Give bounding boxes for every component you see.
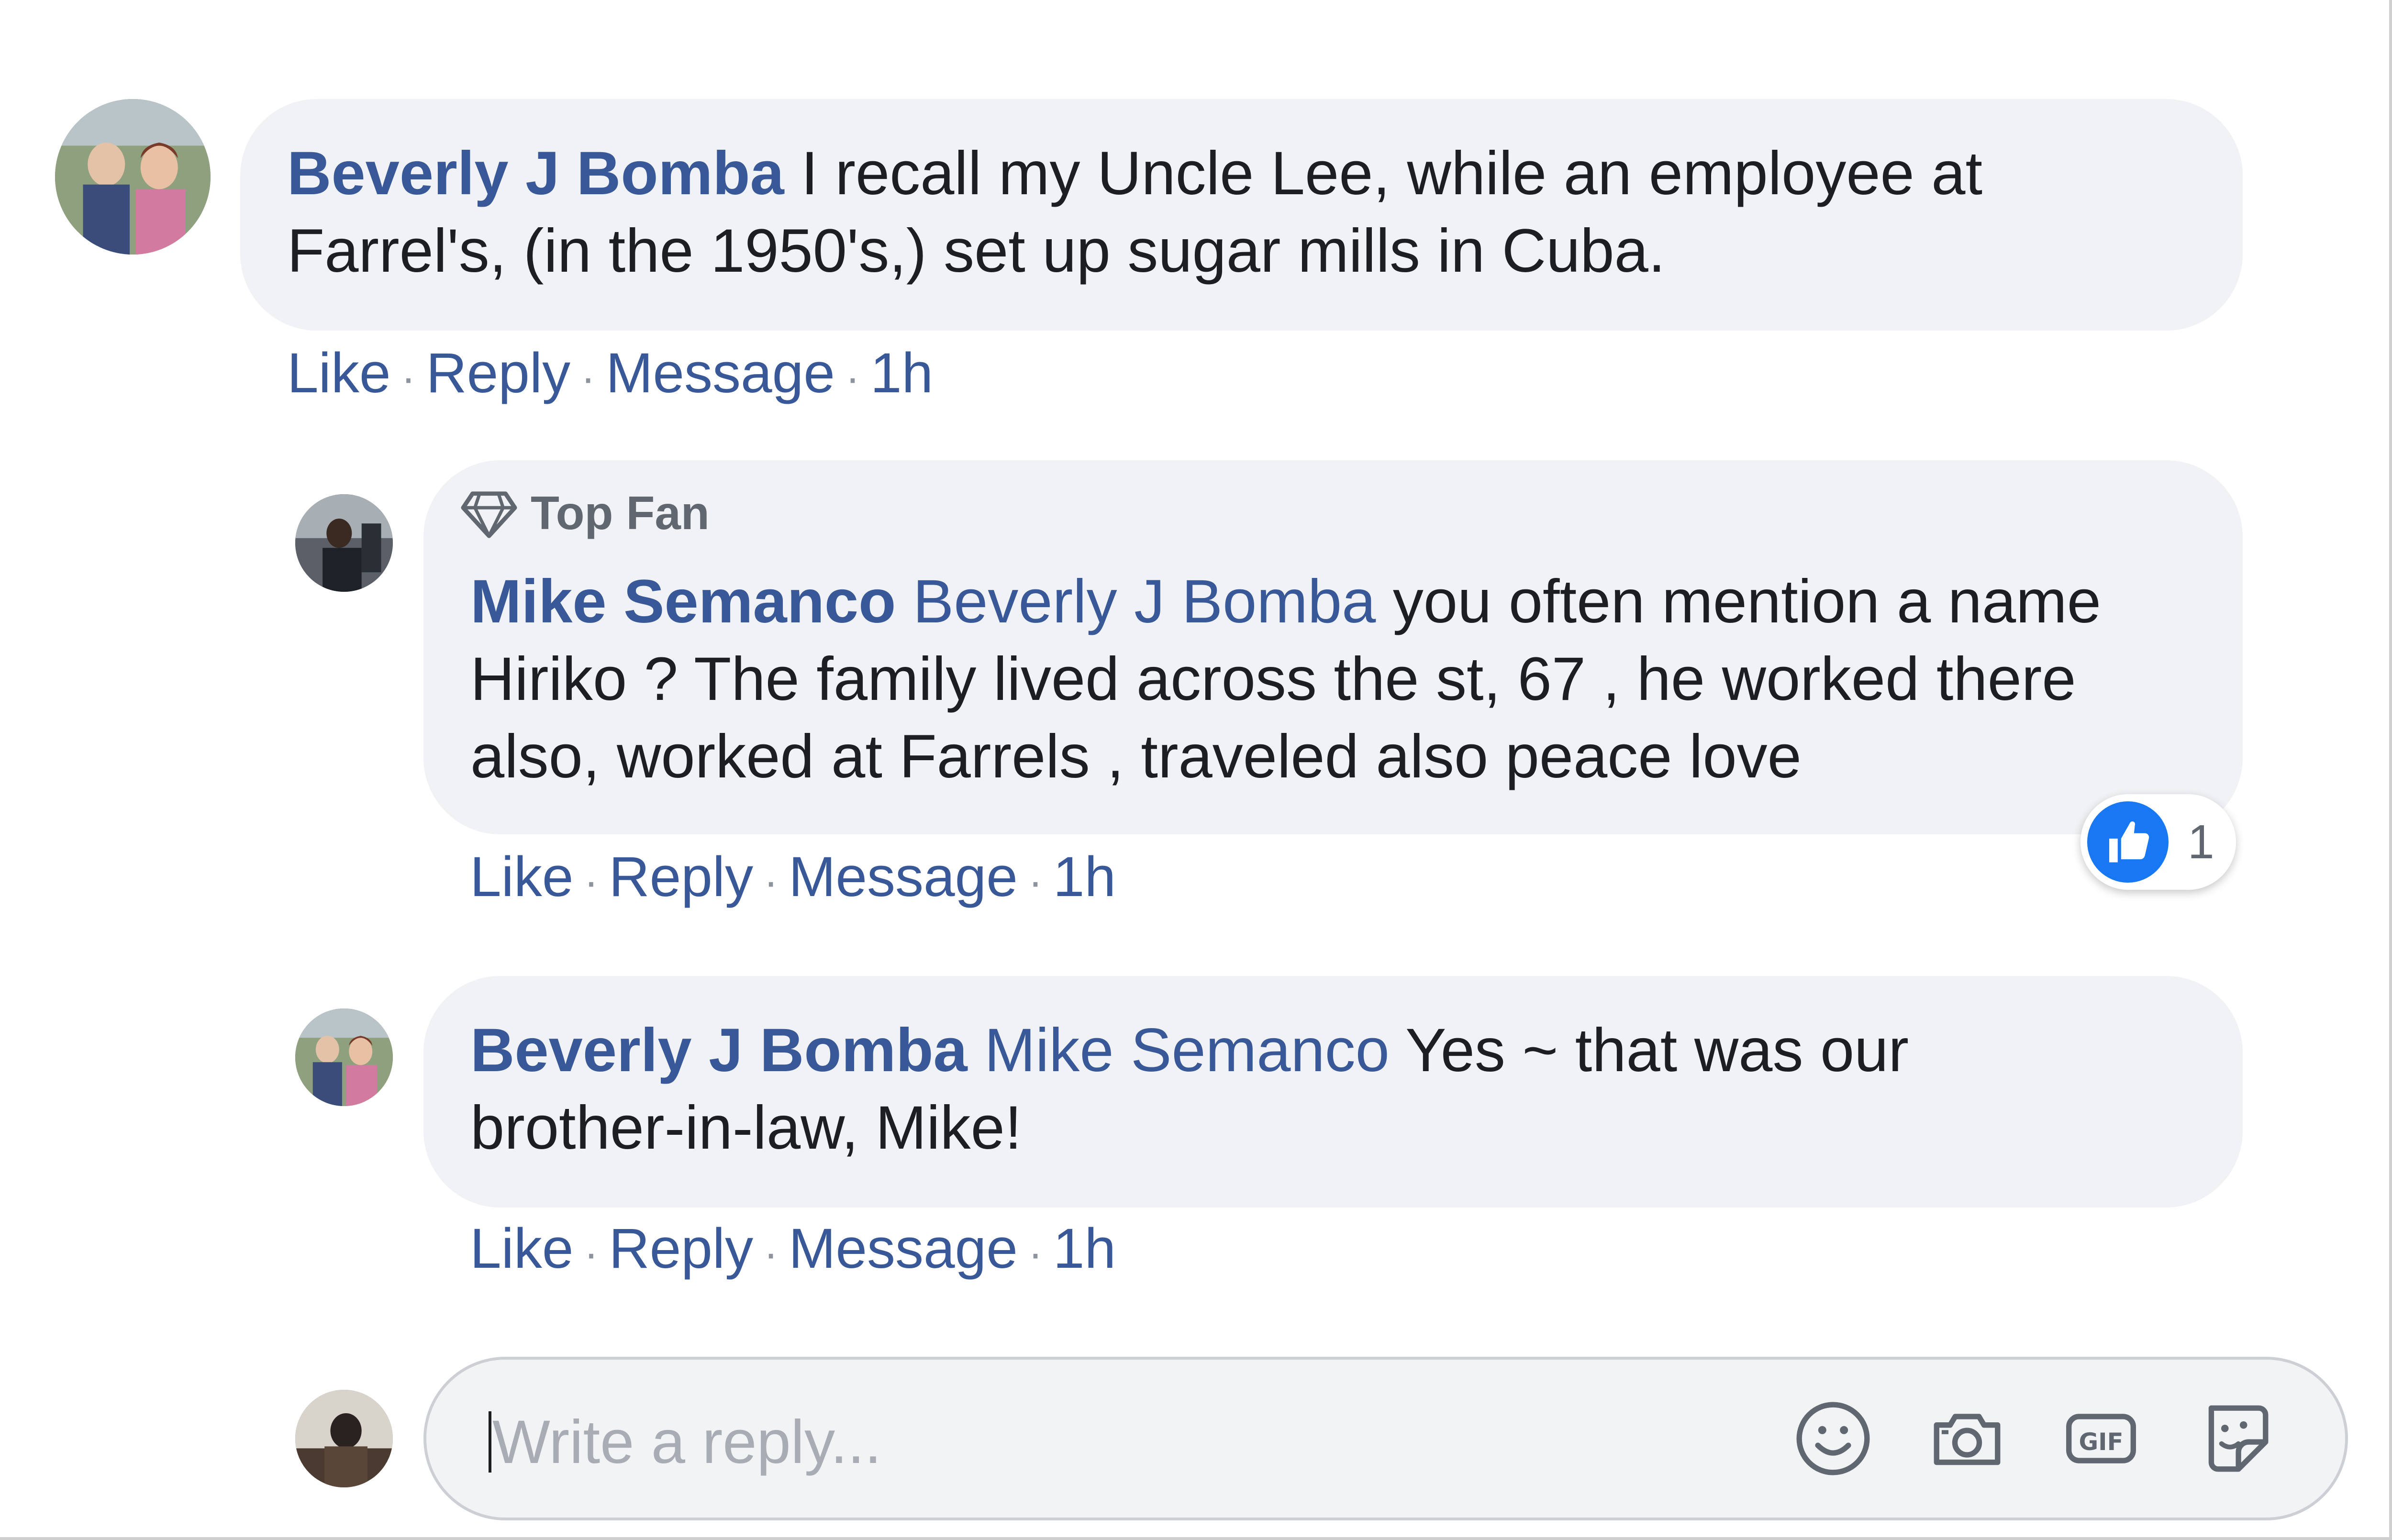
smiley-icon[interactable] <box>1792 1398 1874 1479</box>
message-link[interactable]: Message <box>789 1217 1018 1280</box>
mention-link[interactable]: Beverly J Bomba <box>913 567 1376 636</box>
reply-text-line1: Yes ~ that was our <box>1389 1016 1909 1085</box>
reply-actions: Like · Reply · Message · 1h <box>470 846 1116 913</box>
reply-actions: Like · Reply · Message · 1h <box>470 1218 1116 1285</box>
text-caret <box>489 1411 491 1473</box>
top-fan-label: Top Fan <box>531 487 710 539</box>
reaction-count: 1 <box>2188 815 2214 869</box>
reply-text-line1: you often mention a name <box>1376 567 2101 636</box>
reply-link[interactable]: Reply <box>426 342 570 405</box>
avatar[interactable] <box>295 1008 393 1106</box>
separator-dot: · <box>764 1230 779 1277</box>
timestamp-link[interactable]: 1h <box>1053 1217 1116 1280</box>
comment-text-line1: I recall my Uncle Lee, while an employee… <box>784 139 1982 208</box>
sticker-icon[interactable] <box>2194 1398 2276 1479</box>
reply-bubble: Beverly J Bomba Mike Semanco Yes ~ that … <box>423 976 2243 1208</box>
reply-text: Beverly J Bomba Mike Semanco Yes ~ that … <box>470 1012 1909 1167</box>
reply-bubble: Top Fan Mike Semanco Beverly J Bomba you… <box>423 460 2243 834</box>
reply-composer: GIF <box>423 1357 2348 1520</box>
comment-text: Beverly J Bomba I recall my Uncle Lee, w… <box>287 135 1982 290</box>
top-fan-badge: Top Fan <box>461 487 710 539</box>
reply-input[interactable] <box>492 1404 1689 1480</box>
separator-dot: · <box>1028 858 1043 906</box>
comment-bubble: Beverly J Bomba I recall my Uncle Lee, w… <box>240 99 2243 331</box>
current-user-avatar <box>295 1390 393 1487</box>
comment-thread: Beverly J Bomba I recall my Uncle Lee, w… <box>0 0 2392 1540</box>
reaction-count-badge[interactable]: 1 <box>2080 794 2236 890</box>
camera-icon[interactable] <box>1926 1398 2008 1479</box>
mention-link[interactable]: Mike Semanco <box>984 1016 1390 1085</box>
timestamp-link[interactable]: 1h <box>1053 845 1116 908</box>
avatar[interactable] <box>55 99 211 255</box>
reply-text-line2: brother-in-law, Mike! <box>470 1094 1022 1162</box>
comment-text-line2: Farrel's, (in the 1950's,) set up sugar … <box>287 217 1666 285</box>
comment-actions: Like · Reply · Message · 1h <box>287 342 933 409</box>
message-link[interactable]: Message <box>789 845 1018 908</box>
gif-icon[interactable]: GIF <box>2060 1398 2142 1479</box>
avatar[interactable] <box>295 494 393 592</box>
comment-author-link[interactable]: Beverly J Bomba <box>287 139 784 208</box>
separator-dot: · <box>845 354 860 402</box>
timestamp-link[interactable]: 1h <box>870 342 933 405</box>
separator-dot: · <box>764 858 779 906</box>
like-reaction-icon <box>2087 801 2169 883</box>
separator-dot: · <box>581 354 596 402</box>
separator-dot: · <box>1028 1230 1043 1277</box>
like-link[interactable]: Like <box>470 1217 573 1280</box>
reply-text-line2: Hiriko ? The family lived across the st,… <box>470 645 2076 713</box>
reply-link[interactable]: Reply <box>609 1217 753 1280</box>
like-link[interactable]: Like <box>287 342 390 405</box>
reply-text-line3: also, worked at Farrels , traveled also … <box>470 722 1802 791</box>
diamond-icon <box>461 491 517 538</box>
reply-link[interactable]: Reply <box>609 845 753 908</box>
reply-author-link[interactable]: Beverly J Bomba <box>470 1016 968 1085</box>
reply-author-link[interactable]: Mike Semanco <box>470 567 896 636</box>
reply-text: Mike Semanco Beverly J Bomba you often m… <box>470 563 2101 796</box>
like-link[interactable]: Like <box>470 845 573 908</box>
separator-dot: · <box>401 354 416 402</box>
svg-text:GIF: GIF <box>2079 1428 2123 1456</box>
separator-dot: · <box>584 858 599 906</box>
separator-dot: · <box>584 1230 599 1277</box>
message-link[interactable]: Message <box>606 342 835 405</box>
